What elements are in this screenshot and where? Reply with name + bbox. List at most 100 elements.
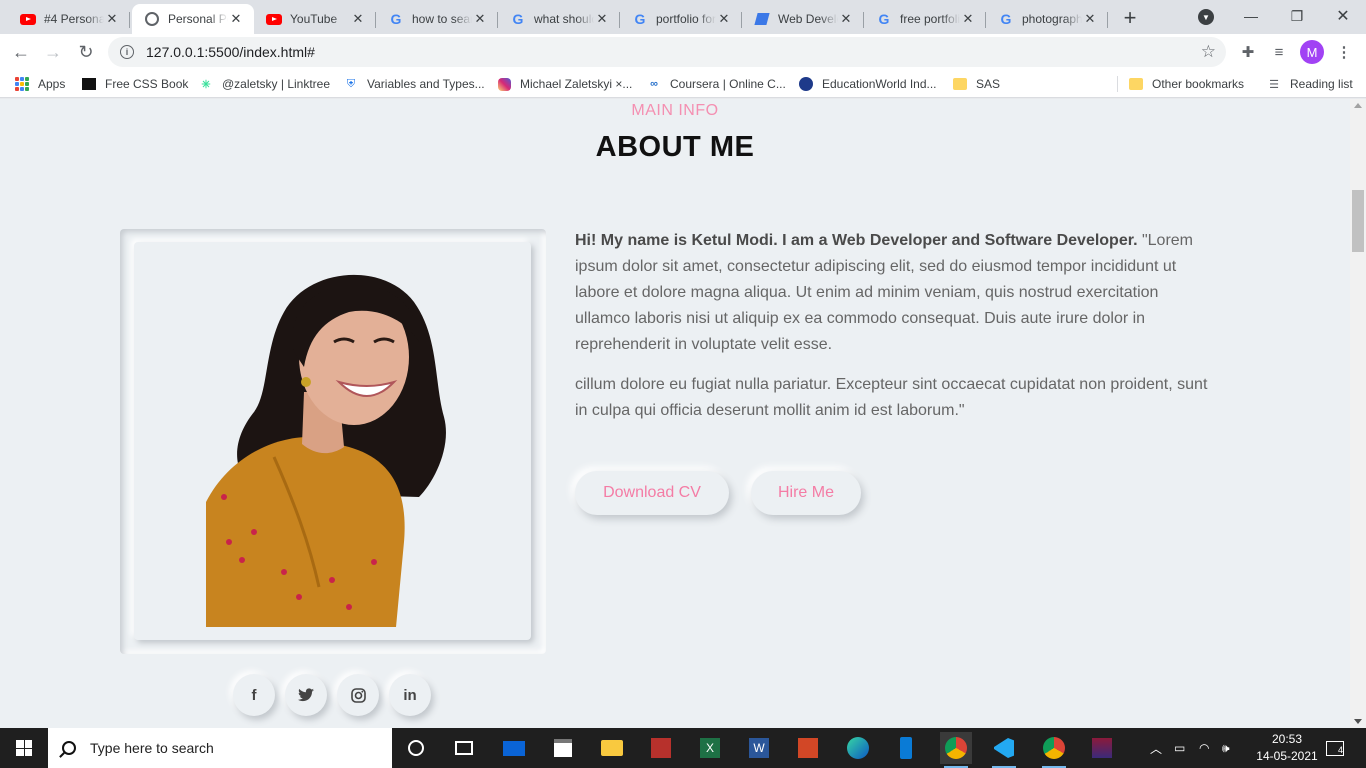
bookmark-linktree[interactable]: ✳ @zaletsky | Linktree bbox=[198, 76, 330, 92]
bookmark-star-icon[interactable]: ☆ bbox=[1201, 42, 1216, 62]
close-icon[interactable]: ✕ bbox=[350, 11, 366, 27]
tab-how-to-search[interactable]: G how to search ✕ bbox=[376, 4, 498, 34]
scroll-up-arrow-icon[interactable] bbox=[1354, 103, 1362, 108]
instagram-icon[interactable] bbox=[337, 674, 379, 716]
google-icon: G bbox=[390, 11, 402, 27]
search-icon bbox=[62, 741, 76, 755]
instagram-glyph-icon bbox=[350, 687, 366, 703]
google-icon: G bbox=[878, 11, 890, 27]
facebook-icon[interactable]: f bbox=[233, 674, 275, 716]
bookmark-coursera[interactable]: ∞ Coursera | Online C... bbox=[646, 76, 786, 92]
section-subtitle: MAIN INFO bbox=[631, 102, 719, 119]
tab-free-portfolio[interactable]: G free portfolio ✕ bbox=[864, 4, 986, 34]
bookmark-label: EducationWorld Ind... bbox=[822, 77, 937, 91]
page-scrollbar[interactable] bbox=[1350, 99, 1366, 728]
mail-icon[interactable] bbox=[498, 732, 530, 764]
close-icon[interactable]: ✕ bbox=[960, 11, 976, 27]
tab-search-icon[interactable]: ▼ bbox=[1198, 9, 1214, 25]
chrome-icon[interactable] bbox=[940, 732, 972, 768]
bookmark-label: Michael Zaletskyi ×... bbox=[520, 77, 633, 91]
close-icon[interactable]: ✕ bbox=[228, 11, 244, 27]
download-cv-button[interactable]: Download CV bbox=[575, 471, 729, 515]
taskbar-search-box[interactable]: Type here to search bbox=[48, 728, 392, 768]
bookmark-label: Apps bbox=[38, 77, 66, 91]
store-icon[interactable] bbox=[547, 732, 579, 764]
close-icon[interactable]: ✕ bbox=[716, 11, 732, 27]
linkedin-icon[interactable]: in bbox=[389, 674, 431, 716]
scrollbar-thumb[interactable] bbox=[1352, 190, 1364, 252]
tab-youtube[interactable]: YouTube ✕ bbox=[254, 4, 376, 34]
phone-app-icon[interactable] bbox=[890, 732, 922, 764]
bookmark-sas[interactable]: SAS bbox=[952, 76, 1000, 92]
taskbar-clock[interactable]: 20:53 14-05-2021 bbox=[1256, 731, 1318, 765]
tab-title: how to search bbox=[412, 12, 472, 26]
youtube-icon bbox=[266, 11, 282, 27]
bookmark-label: Coursera | Online C... bbox=[670, 77, 786, 91]
vscode-icon[interactable] bbox=[988, 732, 1020, 768]
address-bar[interactable]: i 127.0.0.1:5500/index.html# ☆ bbox=[108, 37, 1226, 67]
excel-icon[interactable]: X bbox=[694, 732, 726, 764]
twitter-icon[interactable] bbox=[285, 674, 327, 716]
bookmark-other[interactable]: Other bookmarks bbox=[1128, 76, 1244, 92]
tab-what-should[interactable]: G what should ✕ bbox=[498, 4, 620, 34]
tab-personal-portfolio[interactable]: Personal Portfolio ✕ bbox=[132, 4, 254, 34]
restore-button[interactable]: ❐ bbox=[1274, 0, 1320, 32]
powerpoint-icon[interactable] bbox=[792, 732, 824, 764]
window-close-button[interactable]: ✕ bbox=[1320, 0, 1366, 32]
bookmark-label: SAS bbox=[976, 77, 1001, 91]
close-icon[interactable]: ✕ bbox=[594, 11, 610, 27]
wifi-icon[interactable]: ◠ bbox=[1199, 728, 1209, 768]
notification-center-icon[interactable]: 4 bbox=[1326, 728, 1344, 768]
site-info-icon[interactable]: i bbox=[120, 45, 134, 59]
close-icon[interactable]: ✕ bbox=[1082, 11, 1098, 27]
google-icon: G bbox=[634, 11, 646, 27]
forward-button[interactable]: → bbox=[41, 40, 65, 64]
extensions-icon[interactable]: ✚ bbox=[1238, 42, 1258, 62]
bookmark-educationworld[interactable]: EducationWorld Ind... bbox=[798, 76, 937, 92]
google-icon: G bbox=[512, 11, 524, 27]
book-icon bbox=[81, 76, 97, 92]
close-icon[interactable]: ✕ bbox=[472, 11, 488, 27]
url-text[interactable]: 127.0.0.1:5500/index.html# bbox=[146, 44, 315, 60]
presentation-app-icon[interactable] bbox=[645, 732, 677, 764]
task-view-icon[interactable] bbox=[448, 732, 480, 764]
menu-icon[interactable]: ⋮ bbox=[1334, 42, 1354, 62]
close-icon[interactable]: ✕ bbox=[104, 11, 120, 27]
bookmark-label: Variables and Types... bbox=[367, 77, 485, 91]
new-tab-button[interactable]: + bbox=[1118, 5, 1142, 30]
file-explorer-icon[interactable] bbox=[596, 732, 628, 764]
start-button[interactable] bbox=[0, 728, 48, 768]
bookmark-apps[interactable]: Apps bbox=[14, 76, 65, 92]
tab-photography[interactable]: G photography ✕ bbox=[986, 4, 1108, 34]
volume-icon[interactable]: 🕪 bbox=[1222, 728, 1230, 768]
winrar-icon[interactable] bbox=[1086, 732, 1118, 764]
bookmark-free-css-book[interactable]: Free CSS Book bbox=[81, 76, 188, 92]
show-hidden-icons-icon[interactable]: ︿ bbox=[1150, 728, 1162, 768]
educationworld-icon bbox=[798, 76, 814, 92]
bookmark-michael-zaletskyi[interactable]: Michael Zaletskyi ×... bbox=[496, 76, 632, 92]
close-icon[interactable]: ✕ bbox=[838, 11, 854, 27]
edge-icon[interactable] bbox=[842, 732, 874, 764]
tab-title: Web Developer bbox=[778, 12, 838, 26]
chrome-profile-icon[interactable] bbox=[1038, 732, 1070, 768]
back-button[interactable]: ← bbox=[9, 40, 33, 64]
tab-web-developer[interactable]: Web Developer ✕ bbox=[742, 4, 864, 34]
media-control-icon[interactable]: ≡ bbox=[1269, 42, 1289, 62]
page-content: MAIN INFO ABOUT ME Hi! My name is Ketul … bbox=[0, 99, 1350, 728]
profile-avatar[interactable]: M bbox=[1300, 40, 1324, 64]
tab-personal-portfolio-video[interactable]: #4 Personal Portfolio ✕ bbox=[8, 4, 130, 34]
hire-me-button[interactable]: Hire Me bbox=[751, 471, 861, 515]
shield-icon: ⛨ bbox=[346, 77, 356, 90]
clock-time: 20:53 bbox=[1271, 732, 1303, 746]
scroll-down-arrow-icon[interactable] bbox=[1354, 719, 1362, 724]
reading-list[interactable]: ☰ Reading list bbox=[1266, 76, 1353, 92]
cortana-icon[interactable] bbox=[400, 732, 432, 764]
tab-portfolio-for[interactable]: G portfolio for ✕ bbox=[620, 4, 742, 34]
battery-icon[interactable]: ▭ bbox=[1174, 728, 1185, 768]
minimize-button[interactable]: — bbox=[1228, 0, 1274, 32]
reload-button[interactable]: ↻ bbox=[74, 40, 98, 64]
notification-count: 4 bbox=[1326, 740, 1344, 756]
linktree-icon: ✳ bbox=[201, 78, 211, 91]
word-icon[interactable]: W bbox=[743, 732, 775, 764]
bookmark-variables-types[interactable]: ⛨ Variables and Types... bbox=[343, 76, 485, 92]
